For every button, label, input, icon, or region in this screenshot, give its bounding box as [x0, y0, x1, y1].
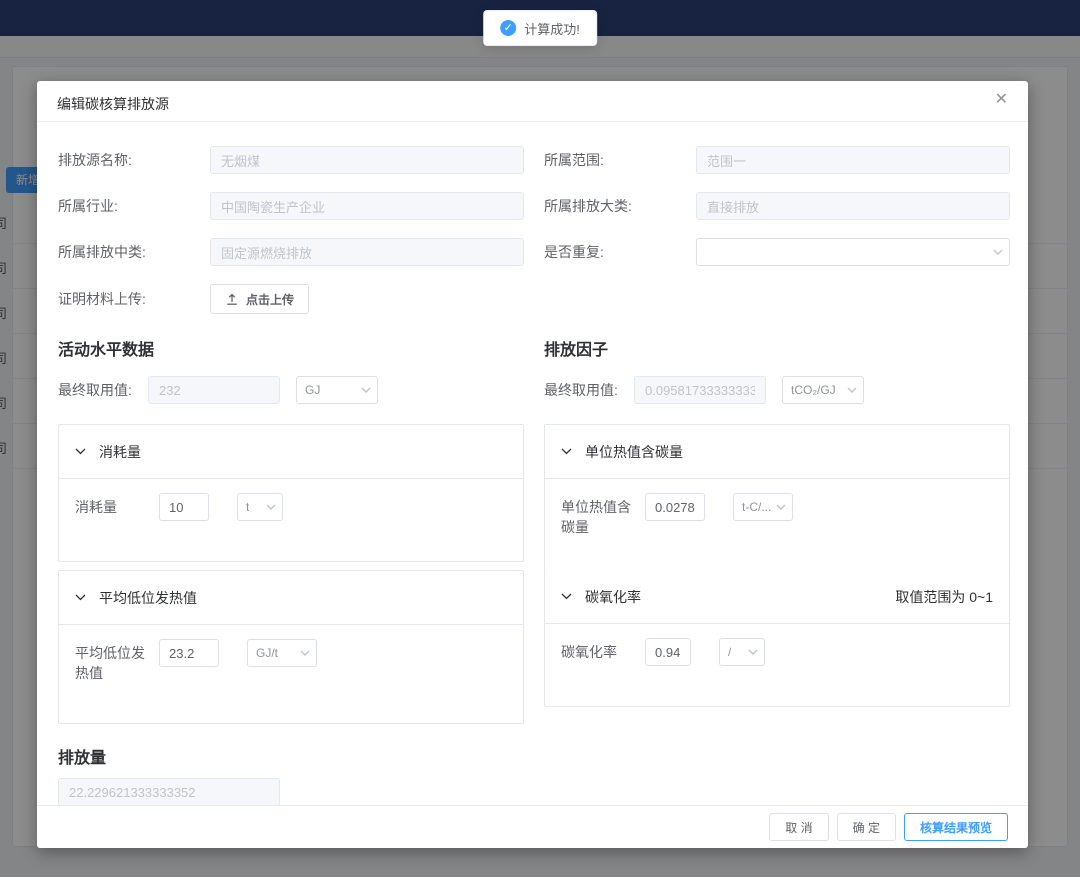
collapse-chevron-icon — [561, 448, 572, 455]
section-title-emission: 排放量 — [58, 744, 1010, 768]
field-label: 排放源名称: — [58, 150, 210, 170]
carbon-content-panel-header[interactable]: 单位热值含碳量 — [545, 425, 1009, 479]
section-title-activity: 活动水平数据 — [58, 336, 524, 360]
panel-title: 碳氧化率 — [585, 587, 641, 607]
consumption-input[interactable] — [159, 493, 209, 521]
panel-body: 碳氧化率 / — [545, 624, 1009, 706]
consumption-unit-select[interactable]: t — [237, 493, 283, 521]
field-label: 证明材料上传: — [58, 289, 210, 309]
section-title-factor: 排放因子 — [544, 336, 1010, 360]
activity-final-input — [148, 376, 280, 404]
selected-value: GJ/t — [256, 646, 278, 660]
field-label: 是否重复: — [544, 242, 696, 262]
chevron-down-icon — [300, 650, 310, 656]
consumption-panel-header[interactable]: 消耗量 — [59, 425, 523, 479]
field-scope: 所属范围: — [544, 146, 1010, 174]
row-label: 单位热值含碳量 — [561, 493, 637, 537]
upload-button-label: 点击上传 — [246, 291, 294, 308]
confirm-button[interactable]: 确 定 — [837, 813, 896, 841]
dialog-title: 编辑碳核算排放源 — [57, 96, 169, 112]
row-label: 碳氧化率 — [561, 638, 637, 662]
selected-value: t — [246, 500, 249, 514]
chevron-down-icon — [776, 504, 786, 510]
oxidation-rate-input[interactable] — [645, 638, 691, 666]
collapse-chevron-icon — [75, 594, 86, 601]
field-upload: 证明材料上传: 点击上传 — [58, 284, 524, 314]
upload-button[interactable]: 点击上传 — [210, 284, 309, 314]
panel-body: 消耗量 t — [59, 479, 523, 561]
collapse-chevron-icon — [561, 593, 572, 600]
factor-unit-select[interactable]: tCO₂/GJ — [782, 376, 864, 404]
activity-unit-select[interactable]: GJ — [296, 376, 378, 404]
panel-body: 单位热值含碳量 t-C/... — [545, 479, 1009, 577]
chevron-down-icon — [266, 504, 276, 510]
field-source-name: 排放源名称: — [58, 146, 524, 174]
factor-section: 排放因子 最终取用值: tCO₂/GJ — [544, 336, 1010, 732]
collapse-chevron-icon — [75, 448, 86, 455]
edit-emission-source-dialog: 编辑碳核算排放源 ✕ 排放源名称: 所属范围: 所属行业: 所属排放大类: 所属… — [37, 81, 1028, 848]
panel-body: 平均低位发热值 GJ/t — [59, 625, 523, 723]
ncv-input[interactable] — [159, 639, 219, 667]
range-note: 取值范围为 0~1 — [895, 587, 993, 607]
field-major-category: 所属排放大类: — [544, 192, 1010, 220]
row-label: 消耗量 — [75, 493, 151, 517]
dialog-body: 排放源名称: 所属范围: 所属行业: 所属排放大类: 所属排放中类: 是否重复: — [37, 122, 1028, 806]
selected-value: t-C/... — [742, 500, 771, 514]
ncv-panel-header[interactable]: 平均低位发热值 — [59, 571, 523, 625]
ncv-panel: 平均低位发热值 平均低位发热值 GJ/t — [58, 570, 524, 724]
field-label: 所属排放大类: — [544, 196, 696, 216]
industry-input — [210, 192, 524, 220]
selected-value: / — [728, 645, 731, 659]
factor-final-input — [634, 376, 766, 404]
field-label: 所属行业: — [58, 196, 210, 216]
emission-section: 排放量 — [58, 744, 1010, 806]
close-icon[interactable]: ✕ — [995, 92, 1008, 108]
carbon-content-panel: 单位热值含碳量 单位热值含碳量 t-C/... — [544, 424, 1010, 578]
source-name-input — [210, 146, 524, 174]
data-sections: 活动水平数据 最终取用值: GJ — [58, 336, 1010, 732]
oxidation-rate-panel-header[interactable]: 碳氧化率 取值范围为 0~1 — [545, 570, 1009, 624]
check-circle-icon: ✓ — [500, 20, 516, 36]
duplicate-select[interactable] — [696, 238, 1010, 266]
field-duplicate: 是否重复: — [544, 238, 1010, 266]
field-mid-category: 所属排放中类: — [58, 238, 524, 266]
carbon-content-unit-select[interactable]: t-C/... — [733, 493, 793, 521]
field-label: 所属排放中类: — [58, 242, 210, 262]
oxidation-rate-unit-select[interactable]: / — [719, 638, 765, 666]
mid-category-input — [210, 238, 524, 266]
chevron-down-icon — [993, 249, 1003, 255]
activity-final-row: 最终取用值: GJ — [58, 376, 524, 404]
panel-title: 消耗量 — [99, 442, 141, 462]
panel-title: 单位热值含碳量 — [585, 442, 683, 462]
selected-value: GJ — [305, 383, 320, 397]
oxidation-rate-panel: 碳氧化率 取值范围为 0~1 碳氧化率 / — [544, 570, 1010, 707]
ncv-unit-select[interactable]: GJ/t — [247, 639, 317, 667]
selected-value: tCO₂/GJ — [791, 383, 836, 397]
form-grid: 排放源名称: 所属范围: 所属行业: 所属排放大类: 所属排放中类: 是否重复: — [58, 146, 1010, 314]
factor-final-row: 最终取用值: tCO₂/GJ — [544, 376, 1010, 404]
panel-title: 平均低位发热值 — [99, 588, 197, 608]
consumption-panel: 消耗量 消耗量 t — [58, 424, 524, 562]
cancel-button[interactable]: 取 消 — [769, 813, 828, 841]
field-industry: 所属行业: — [58, 192, 524, 220]
chevron-down-icon — [748, 649, 758, 655]
row-label: 平均低位发热值 — [75, 639, 151, 683]
final-value-label: 最终取用值: — [544, 380, 634, 400]
scope-input — [696, 146, 1010, 174]
carbon-content-input[interactable] — [645, 493, 705, 521]
chevron-down-icon — [847, 387, 857, 393]
emission-amount-input — [58, 778, 280, 806]
preview-result-button[interactable]: 核算结果预览 — [904, 813, 1008, 841]
spacer — [544, 284, 1010, 314]
dialog-header: 编辑碳核算排放源 ✕ — [37, 81, 1028, 122]
toast-message: 计算成功! — [524, 19, 580, 38]
chevron-down-icon — [361, 387, 371, 393]
major-category-input — [696, 192, 1010, 220]
dialog-footer: 取 消 确 定 核算结果预览 — [37, 805, 1028, 848]
field-label: 所属范围: — [544, 150, 696, 170]
success-toast: ✓ 计算成功! — [483, 10, 597, 46]
activity-section: 活动水平数据 最终取用值: GJ — [58, 336, 524, 732]
final-value-label: 最终取用值: — [58, 380, 148, 400]
upload-icon — [225, 292, 239, 306]
